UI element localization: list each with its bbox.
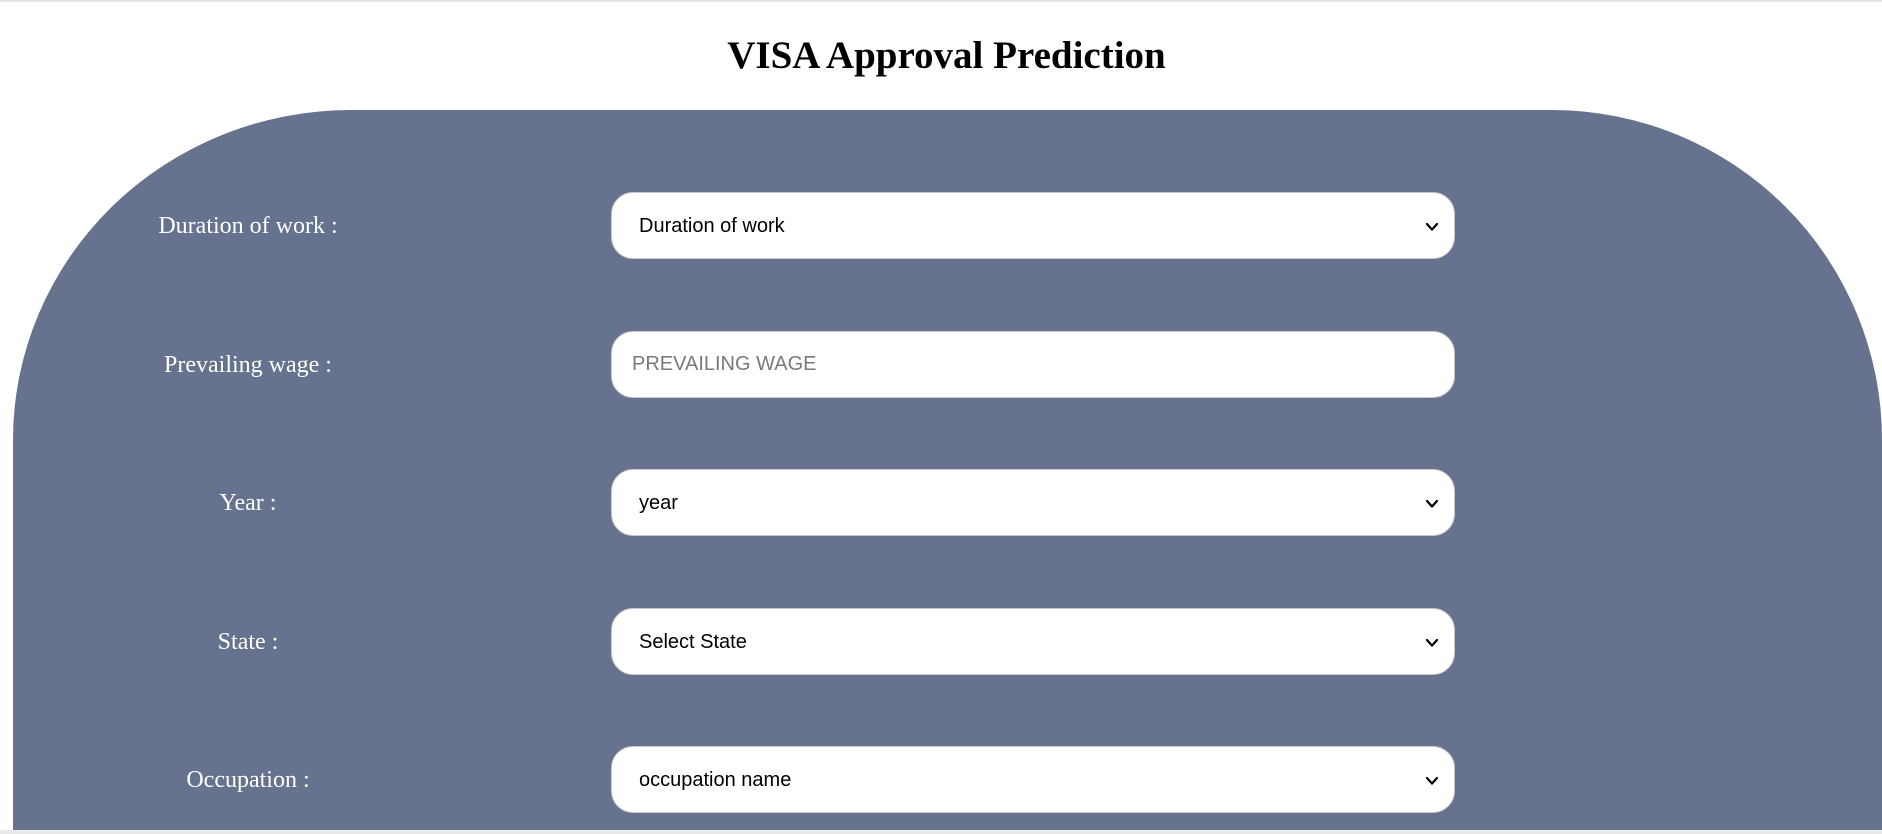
page-title: VISA Approval Prediction (727, 34, 1166, 77)
year-selected-value: year (639, 492, 678, 514)
prevailing-wage-label: Prevailing wage : (164, 352, 332, 378)
duration-of-work-select[interactable]: Duration of work (611, 192, 1455, 259)
state-label: State : (217, 629, 279, 655)
occupation-select[interactable]: occupation name (611, 746, 1455, 813)
duration-of-work-selected-value: Duration of work (639, 215, 785, 237)
chevron-down-icon (1425, 222, 1439, 231)
chevron-down-icon (1425, 499, 1439, 508)
chevron-down-icon (1425, 776, 1439, 785)
year-select[interactable]: year (611, 469, 1455, 536)
state-selected-value: Select State (639, 631, 747, 653)
year-label: Year : (219, 490, 277, 516)
state-select[interactable]: Select State (611, 608, 1455, 675)
occupation-selected-value: occupation name (639, 769, 792, 791)
occupation-label: Occupation : (186, 767, 310, 793)
top-border (0, 0, 1882, 2)
bottom-edge (0, 830, 1882, 834)
prevailing-wage-input[interactable] (611, 331, 1455, 398)
chevron-down-icon (1425, 638, 1439, 647)
duration-of-work-label: Duration of work : (158, 213, 338, 239)
